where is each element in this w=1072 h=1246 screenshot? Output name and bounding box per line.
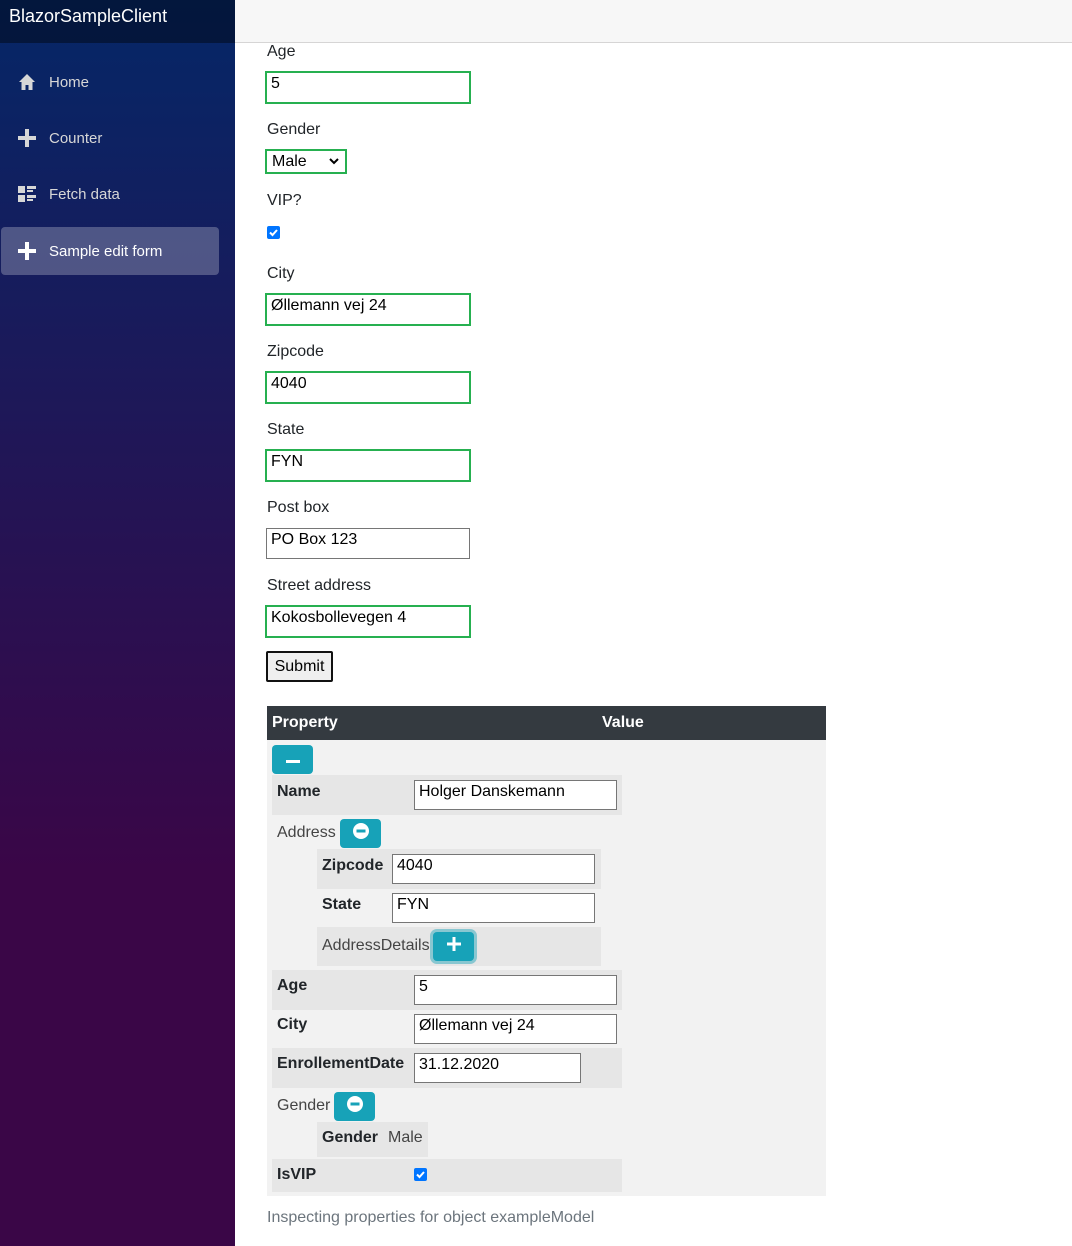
postbox-input[interactable]: PO Box 123 xyxy=(266,528,470,559)
plus-icon xyxy=(446,937,461,956)
table-header: Property Value xyxy=(267,706,826,740)
vip-checkbox[interactable] xyxy=(267,226,280,239)
gender-label: Gender xyxy=(267,121,321,138)
plus-icon xyxy=(17,128,37,148)
prop-zipcode-label: Zipcode xyxy=(322,857,384,874)
brand-bar: BlazorSampleClient xyxy=(0,0,235,43)
street-address-input[interactable]: Kokosbollevegen 4 xyxy=(265,605,471,638)
prop-enrollmentdate-input[interactable]: 31.12.2020 xyxy=(414,1053,581,1083)
collapse-root-button[interactable] xyxy=(272,745,313,774)
property-inspector: Property Value Name Holger Danskemann Ad… xyxy=(267,706,826,1196)
prop-address-label: Address xyxy=(277,824,336,841)
nav-item-sample-edit-form[interactable]: Sample edit form xyxy=(1,227,219,275)
prop-enrollmentdate-label: EnrollementDate xyxy=(277,1055,405,1072)
prop-state-label: State xyxy=(322,896,362,913)
minus-circle-icon xyxy=(352,822,370,845)
nav-item-fetch-data[interactable]: Fetch data xyxy=(1,170,219,218)
prop-isvip-label: IsVIP xyxy=(277,1166,317,1183)
top-row xyxy=(235,0,1072,43)
age-input[interactable]: 5 xyxy=(265,71,471,104)
sidebar: BlazorSampleClient Home Counter Fetch da… xyxy=(0,0,235,1246)
nav-item-counter[interactable]: Counter xyxy=(1,114,219,162)
prop-age-label: Age xyxy=(277,977,308,994)
table-row xyxy=(272,1159,622,1192)
prop-zipcode-input[interactable]: 4040 xyxy=(392,854,595,884)
zipcode-input[interactable]: 4040 xyxy=(265,371,471,404)
gender-select-value: Male xyxy=(272,152,307,170)
plus-icon xyxy=(17,241,37,261)
minus-circle-icon xyxy=(346,1095,364,1118)
prop-gender-label: Gender xyxy=(322,1129,379,1146)
nav-item-home[interactable]: Home xyxy=(1,58,219,106)
expand-addressdetails-button[interactable] xyxy=(433,932,474,961)
prop-name-input[interactable]: Holger Danskemann xyxy=(414,780,617,810)
prop-age-input[interactable]: 5 xyxy=(414,975,617,1005)
city-label: City xyxy=(267,265,295,282)
state-input[interactable]: FYN xyxy=(265,449,471,482)
nav-label-counter: Counter xyxy=(49,129,103,147)
state-label: State xyxy=(267,421,305,438)
city-input[interactable]: Øllemann vej 24 xyxy=(265,293,471,326)
minus-icon xyxy=(285,751,300,769)
prop-addressdetails-label: AddressDetails xyxy=(322,937,430,954)
brand-title[interactable]: BlazorSampleClient xyxy=(9,6,167,26)
prop-gender-group-label: Gender xyxy=(277,1097,331,1114)
inspector-footer-text: Inspecting properties for object example… xyxy=(267,1209,595,1226)
submit-button[interactable]: Submit xyxy=(266,651,333,682)
nav-label-home: Home xyxy=(49,73,90,91)
prop-city-input[interactable]: Øllemann vej 24 xyxy=(414,1014,617,1044)
vip-label: VIP? xyxy=(267,192,302,209)
prop-city-label: City xyxy=(277,1016,308,1033)
prop-isvip-checkbox[interactable] xyxy=(414,1168,427,1181)
prop-state-input[interactable]: FYN xyxy=(392,893,595,923)
collapse-gender-button[interactable] xyxy=(334,1092,375,1121)
collapse-address-button[interactable] xyxy=(340,819,381,848)
street-address-label: Street address xyxy=(267,577,372,594)
zipcode-label: Zipcode xyxy=(267,343,324,360)
list-rich-icon xyxy=(17,184,37,204)
age-label: Age xyxy=(267,43,296,60)
col-property: Property xyxy=(272,714,338,731)
postbox-label: Post box xyxy=(267,499,330,516)
col-value: Value xyxy=(602,714,644,731)
prop-gender-value: Male xyxy=(388,1129,423,1146)
nav-label-sample-edit-form: Sample edit form xyxy=(49,242,163,260)
nav-label-fetch-data: Fetch data xyxy=(49,185,120,203)
home-icon xyxy=(17,72,37,92)
prop-name-label: Name xyxy=(277,783,321,800)
chevron-down-icon xyxy=(328,153,340,174)
gender-select[interactable]: Male xyxy=(265,149,347,174)
